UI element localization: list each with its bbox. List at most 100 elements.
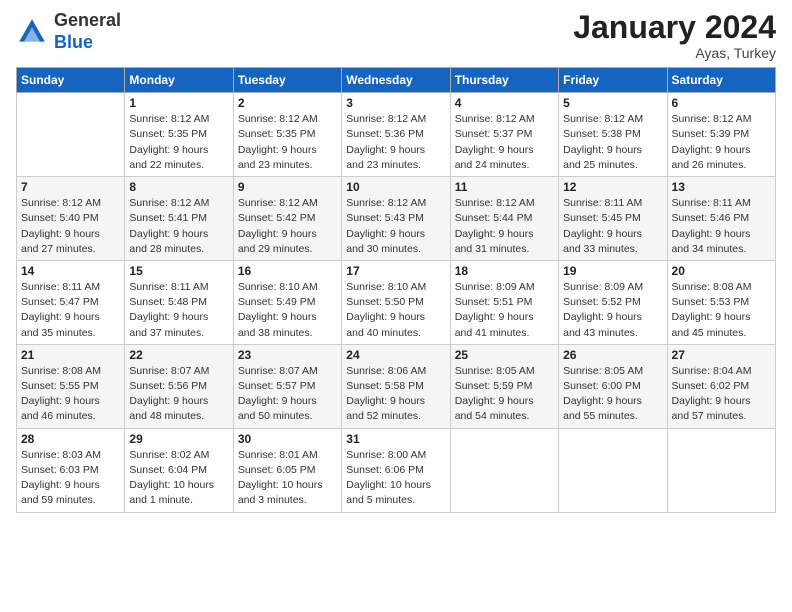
logo-general: General (54, 10, 121, 30)
calendar-cell: 7Sunrise: 8:12 AMSunset: 5:40 PMDaylight… (17, 177, 125, 261)
day-info: Sunrise: 8:12 AMSunset: 5:36 PMDaylight:… (346, 112, 445, 173)
day-number: 8 (129, 180, 228, 194)
day-info: Sunrise: 8:12 AMSunset: 5:39 PMDaylight:… (672, 112, 771, 173)
weekday-sunday: Sunday (17, 68, 125, 93)
week-row-5: 28Sunrise: 8:03 AMSunset: 6:03 PMDayligh… (17, 428, 776, 512)
day-number: 6 (672, 96, 771, 110)
day-number: 2 (238, 96, 337, 110)
calendar-cell: 21 Sunrise: 8:08 AMSunset: 5:55 PMDayligh… (17, 344, 125, 428)
calendar-cell: 31 Sunrise: 8:00 AMSunset: 6:06 PMDayligh… (342, 428, 450, 512)
calendar: SundayMondayTuesdayWednesdayThursdayFrid… (16, 67, 776, 512)
logo-icon (16, 16, 48, 48)
weekday-header-row: SundayMondayTuesdayWednesdayThursdayFrid… (17, 68, 776, 93)
week-row-2: 7Sunrise: 8:12 AMSunset: 5:40 PMDaylight… (17, 177, 776, 261)
day-number: 29 (129, 432, 228, 446)
day-info: Sunrise: 8:10 AMSunset: 5:50 PMDaylight:… (346, 280, 445, 341)
day-number: 10 (346, 180, 445, 194)
weekday-monday: Monday (125, 68, 233, 93)
day-number: 24 (346, 348, 445, 362)
day-info: Sunrise: 8:08 AMSunset: 5:55 PMDaylight:… (21, 364, 120, 425)
calendar-cell: 2 Sunrise: 8:12 AMSunset: 5:35 PMDaylight… (233, 93, 341, 177)
day-number: 22 (129, 348, 228, 362)
logo: General Blue (16, 10, 121, 53)
day-number: 12 (563, 180, 662, 194)
day-info: Sunrise: 8:00 AMSunset: 6:06 PMDaylight:… (346, 448, 445, 509)
logo-text: General Blue (54, 10, 121, 53)
day-number: 26 (563, 348, 662, 362)
weekday-wednesday: Wednesday (342, 68, 450, 93)
day-number: 25 (455, 348, 554, 362)
day-number: 11 (455, 180, 554, 194)
day-info: Sunrise: 8:09 AMSunset: 5:51 PMDaylight:… (455, 280, 554, 341)
calendar-cell (667, 428, 775, 512)
day-number: 21 (21, 348, 120, 362)
day-number: 7 (21, 180, 120, 194)
month-title: January 2024 (573, 10, 776, 45)
day-number: 1 (129, 96, 228, 110)
calendar-cell: 1 Sunrise: 8:12 AMSunset: 5:35 PMDaylight… (125, 93, 233, 177)
day-number: 23 (238, 348, 337, 362)
day-number: 27 (672, 348, 771, 362)
calendar-cell (450, 428, 558, 512)
page: General Blue January 2024 Ayas, Turkey S… (0, 0, 792, 612)
calendar-cell: 26Sunrise: 8:05 AMSunset: 6:00 PMDayligh… (559, 344, 667, 428)
calendar-cell: 13Sunrise: 8:11 AMSunset: 5:46 PMDayligh… (667, 177, 775, 261)
title-block: January 2024 Ayas, Turkey (573, 10, 776, 61)
day-info: Sunrise: 8:06 AMSunset: 5:58 PMDaylight:… (346, 364, 445, 425)
calendar-cell: 14 Sunrise: 8:11 AMSunset: 5:47 PMDayligh… (17, 260, 125, 344)
day-number: 5 (563, 96, 662, 110)
calendar-cell (559, 428, 667, 512)
calendar-cell: 16Sunrise: 8:10 AMSunset: 5:49 PMDayligh… (233, 260, 341, 344)
weekday-saturday: Saturday (667, 68, 775, 93)
weekday-friday: Friday (559, 68, 667, 93)
calendar-cell: 29 Sunrise: 8:02 AMSunset: 6:04 PMDayligh… (125, 428, 233, 512)
day-info: Sunrise: 8:07 AMSunset: 5:56 PMDaylight:… (129, 364, 228, 425)
day-info: Sunrise: 8:02 AMSunset: 6:04 PMDaylight:… (129, 448, 228, 509)
day-info: Sunrise: 8:05 AMSunset: 5:59 PMDaylight:… (455, 364, 554, 425)
day-number: 31 (346, 432, 445, 446)
week-row-4: 21 Sunrise: 8:08 AMSunset: 5:55 PMDayligh… (17, 344, 776, 428)
day-info: Sunrise: 8:08 AMSunset: 5:53 PMDaylight:… (672, 280, 771, 341)
day-info: Sunrise: 8:12 AMSunset: 5:44 PMDaylight:… (455, 196, 554, 257)
day-info: Sunrise: 8:12 AMSunset: 5:35 PMDaylight:… (238, 112, 337, 173)
day-number: 14 (21, 264, 120, 278)
calendar-cell: 27 Sunrise: 8:04 AMSunset: 6:02 PMDayligh… (667, 344, 775, 428)
calendar-cell (17, 93, 125, 177)
logo-blue: Blue (54, 32, 93, 52)
day-info: Sunrise: 8:04 AMSunset: 6:02 PMDaylight:… (672, 364, 771, 425)
calendar-cell: 17 Sunrise: 8:10 AMSunset: 5:50 PMDayligh… (342, 260, 450, 344)
calendar-cell: 19Sunrise: 8:09 AMSunset: 5:52 PMDayligh… (559, 260, 667, 344)
calendar-cell: 20 Sunrise: 8:08 AMSunset: 5:53 PMDayligh… (667, 260, 775, 344)
day-number: 9 (238, 180, 337, 194)
day-number: 30 (238, 432, 337, 446)
day-info: Sunrise: 8:09 AMSunset: 5:52 PMDaylight:… (563, 280, 662, 341)
day-info: Sunrise: 8:11 AMSunset: 5:47 PMDaylight:… (21, 280, 120, 341)
calendar-cell: 10Sunrise: 8:12 AMSunset: 5:43 PMDayligh… (342, 177, 450, 261)
calendar-cell: 6 Sunrise: 8:12 AMSunset: 5:39 PMDaylight… (667, 93, 775, 177)
day-info: Sunrise: 8:12 AMSunset: 5:35 PMDaylight:… (129, 112, 228, 173)
day-info: Sunrise: 8:12 AMSunset: 5:38 PMDaylight:… (563, 112, 662, 173)
day-info: Sunrise: 8:07 AMSunset: 5:57 PMDaylight:… (238, 364, 337, 425)
day-number: 15 (129, 264, 228, 278)
calendar-cell: 18 Sunrise: 8:09 AMSunset: 5:51 PMDayligh… (450, 260, 558, 344)
day-number: 13 (672, 180, 771, 194)
calendar-cell: 24 Sunrise: 8:06 AMSunset: 5:58 PMDayligh… (342, 344, 450, 428)
day-info: Sunrise: 8:11 AMSunset: 5:45 PMDaylight:… (563, 196, 662, 257)
calendar-cell: 28Sunrise: 8:03 AMSunset: 6:03 PMDayligh… (17, 428, 125, 512)
week-row-1: 1 Sunrise: 8:12 AMSunset: 5:35 PMDaylight… (17, 93, 776, 177)
calendar-cell: 8Sunrise: 8:12 AMSunset: 5:41 PMDaylight… (125, 177, 233, 261)
day-number: 28 (21, 432, 120, 446)
calendar-cell: 15Sunrise: 8:11 AMSunset: 5:48 PMDayligh… (125, 260, 233, 344)
calendar-cell: 11 Sunrise: 8:12 AMSunset: 5:44 PMDayligh… (450, 177, 558, 261)
calendar-cell: 3Sunrise: 8:12 AMSunset: 5:36 PMDaylight… (342, 93, 450, 177)
day-number: 4 (455, 96, 554, 110)
day-number: 20 (672, 264, 771, 278)
calendar-cell: 23 Sunrise: 8:07 AMSunset: 5:57 PMDayligh… (233, 344, 341, 428)
calendar-cell: 5 Sunrise: 8:12 AMSunset: 5:38 PMDaylight… (559, 93, 667, 177)
day-number: 17 (346, 264, 445, 278)
calendar-cell: 4Sunrise: 8:12 AMSunset: 5:37 PMDaylight… (450, 93, 558, 177)
calendar-cell: 22 Sunrise: 8:07 AMSunset: 5:56 PMDayligh… (125, 344, 233, 428)
day-info: Sunrise: 8:10 AMSunset: 5:49 PMDaylight:… (238, 280, 337, 341)
location: Ayas, Turkey (573, 45, 776, 61)
day-number: 18 (455, 264, 554, 278)
